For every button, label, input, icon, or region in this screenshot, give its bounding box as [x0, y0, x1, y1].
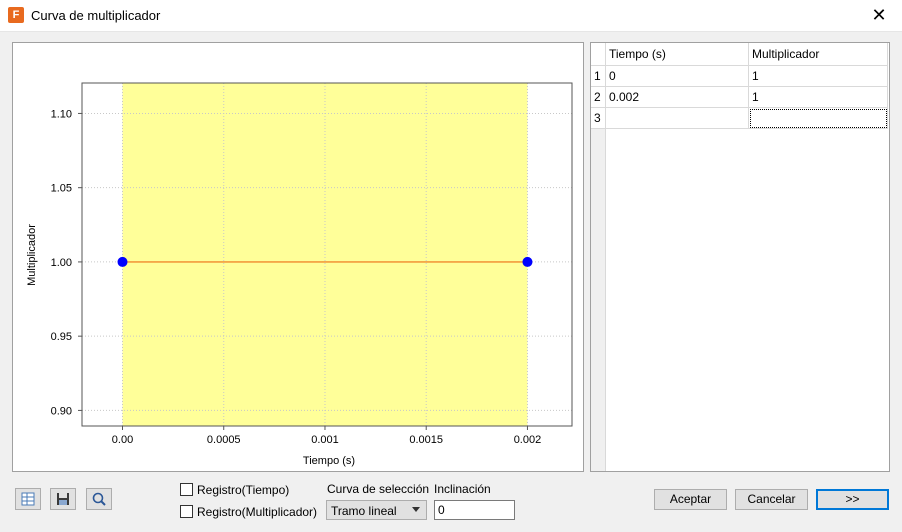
- app-icon: F: [8, 7, 24, 23]
- table-row: 1 0 1: [591, 65, 888, 87]
- multiplier-chart: 0.00 0.0005 0.001 0.0015 0.002 0.90 0.95 1.00 1.…: [26, 82, 573, 467]
- y-axis-label: Multiplicador: [26, 224, 38, 286]
- table-header-row: Tiempo (s) Multiplicador: [591, 43, 888, 66]
- x-tick-label: 0.001: [311, 434, 339, 446]
- zoom-button[interactable]: [86, 488, 112, 510]
- curve-select[interactable]: Tramo lineal: [326, 500, 427, 520]
- row-number[interactable]: 1: [591, 65, 606, 87]
- y-tick-label: 1.00: [51, 257, 72, 269]
- row-number[interactable]: 2: [591, 86, 606, 108]
- table-icon: [21, 492, 35, 506]
- column-header-time[interactable]: Tiempo (s): [605, 43, 749, 66]
- more-button[interactable]: >>: [816, 489, 889, 510]
- data-point: [117, 256, 128, 267]
- time-cell[interactable]: 0.002: [605, 86, 749, 108]
- column-header-multiplier[interactable]: Multiplicador: [748, 43, 888, 66]
- curve-selection-label: Curva de selección: [327, 482, 430, 496]
- zoom-icon: [92, 492, 106, 506]
- log-multiplier-label: Registro(Multiplicador): [197, 505, 318, 519]
- data-point: [522, 256, 533, 267]
- accept-button[interactable]: Aceptar: [654, 489, 727, 510]
- log-time-checkbox[interactable]: [180, 483, 193, 496]
- table-view-button[interactable]: [15, 488, 41, 510]
- x-tick-label: 0.0005: [207, 434, 241, 446]
- slope-input[interactable]: [434, 500, 515, 520]
- data-table: Tiempo (s) Multiplicador 1 0 1 2 0.002 1…: [591, 43, 888, 129]
- x-tick-label: 0.002: [514, 434, 542, 446]
- cancel-button[interactable]: Cancelar: [735, 489, 808, 510]
- chart-panel: 0.00 0.0005 0.001 0.0015 0.002 0.90 0.95 1.00 1.…: [12, 42, 584, 472]
- window-title: Curva de multiplicador: [31, 8, 161, 23]
- y-tick-label: 1.05: [51, 183, 72, 195]
- x-tick-label: 0.00: [112, 434, 133, 446]
- multiplier-cell[interactable]: 1: [748, 65, 888, 87]
- time-cell[interactable]: 0: [605, 65, 749, 87]
- x-axis-label: Tiempo (s): [303, 455, 355, 467]
- table-row: 2 0.002 1: [591, 86, 888, 108]
- save-icon: [57, 493, 69, 505]
- log-time-label: Registro(Tiempo): [197, 483, 290, 497]
- slope-label: Inclinación: [434, 482, 491, 496]
- y-tick-label: 0.95: [51, 331, 72, 343]
- row-number[interactable]: 3: [591, 107, 606, 129]
- curve-select-value: Tramo lineal: [331, 504, 397, 518]
- corner-cell: [591, 43, 606, 66]
- y-tick-label: 1.10: [51, 108, 72, 120]
- multiplier-cell-selected[interactable]: [748, 107, 888, 129]
- chevron-down-icon: [412, 507, 420, 512]
- table-row: 3: [591, 107, 888, 129]
- close-icon[interactable]: ✕: [856, 0, 902, 31]
- data-table-panel: Tiempo (s) Multiplicador 1 0 1 2 0.002 1…: [590, 42, 890, 472]
- save-button[interactable]: [50, 488, 76, 510]
- title-bar: F Curva de multiplicador ✕: [0, 0, 902, 32]
- multiplier-cell[interactable]: 1: [748, 86, 888, 108]
- y-tick-label: 0.90: [51, 405, 72, 417]
- log-multiplier-checkbox[interactable]: [180, 505, 193, 518]
- time-cell[interactable]: [605, 107, 749, 129]
- row-header-strip: [591, 128, 606, 471]
- x-tick-label: 0.0015: [409, 434, 443, 446]
